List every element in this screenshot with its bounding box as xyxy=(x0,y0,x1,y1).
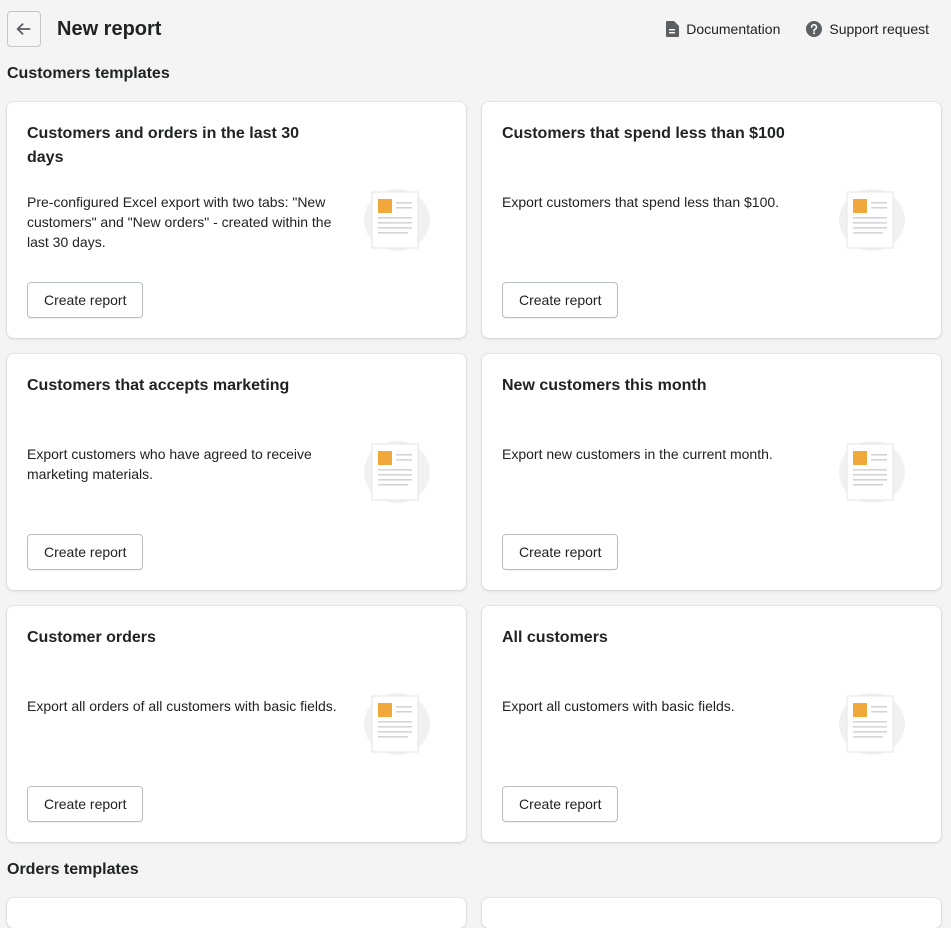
card-description: Export customers who have agreed to rece… xyxy=(27,446,312,482)
template-card: Customers that spend less than $100 Expo… xyxy=(482,102,941,338)
create-report-button[interactable]: Create report xyxy=(502,534,619,570)
back-button[interactable] xyxy=(7,11,41,47)
card-description: Pre-configured Excel export with two tab… xyxy=(27,194,332,250)
template-card: All customers Export all customers with … xyxy=(482,606,941,842)
card-title: All customers xyxy=(502,629,608,646)
orders-template-card xyxy=(482,898,941,928)
document-icon xyxy=(666,21,680,37)
card-description: Export new customers in the current mont… xyxy=(502,446,773,462)
create-report-button[interactable]: Create report xyxy=(502,282,619,318)
customers-templates-grid: Customers and orders in the last 30 days… xyxy=(7,102,941,842)
arrow-left-icon xyxy=(16,22,31,36)
template-card: Customers and orders in the last 30 days… xyxy=(7,102,466,338)
report-illustration-icon xyxy=(363,440,431,504)
create-report-button[interactable]: Create report xyxy=(27,534,144,570)
documentation-label: Documentation xyxy=(686,21,781,37)
create-report-button[interactable]: Create report xyxy=(27,282,144,318)
template-card: New customers this month Export new cust… xyxy=(482,354,941,590)
card-title: Customers that spend less than $100 xyxy=(502,125,785,142)
template-card: Customer orders Export all orders of all… xyxy=(7,606,466,842)
orders-template-card xyxy=(7,898,466,928)
support-request-label: Support request xyxy=(829,21,929,37)
report-illustration-icon xyxy=(363,692,431,756)
card-description: Export all orders of all customers with … xyxy=(27,698,337,714)
card-description: Export customers that spend less than $1… xyxy=(502,194,780,210)
question-circle-icon xyxy=(806,21,823,37)
card-title: Customers and orders in the last 30 days xyxy=(27,125,300,166)
report-illustration-icon xyxy=(838,440,906,504)
create-report-button[interactable]: Create report xyxy=(27,786,144,822)
template-card: Customers that accepts marketing Export … xyxy=(7,354,466,590)
card-title: New customers this month xyxy=(502,377,707,394)
card-title: Customers that accepts marketing xyxy=(27,377,290,394)
report-illustration-icon xyxy=(838,692,906,756)
report-illustration-icon xyxy=(363,188,431,252)
orders-templates-heading: Orders templates xyxy=(7,861,139,878)
support-request-link[interactable]: Support request xyxy=(806,19,929,39)
page-header: New report Documentation Support request xyxy=(0,0,951,58)
header-actions: Documentation Support request xyxy=(665,19,929,39)
card-description: Export all customers with basic fields. xyxy=(502,698,735,714)
page-title: New report xyxy=(57,18,162,40)
create-report-button[interactable]: Create report xyxy=(502,786,619,822)
documentation-link[interactable]: Documentation xyxy=(665,19,780,39)
card-title: Customer orders xyxy=(27,629,156,646)
customers-templates-heading: Customers templates xyxy=(7,65,170,82)
report-illustration-icon xyxy=(838,188,906,252)
